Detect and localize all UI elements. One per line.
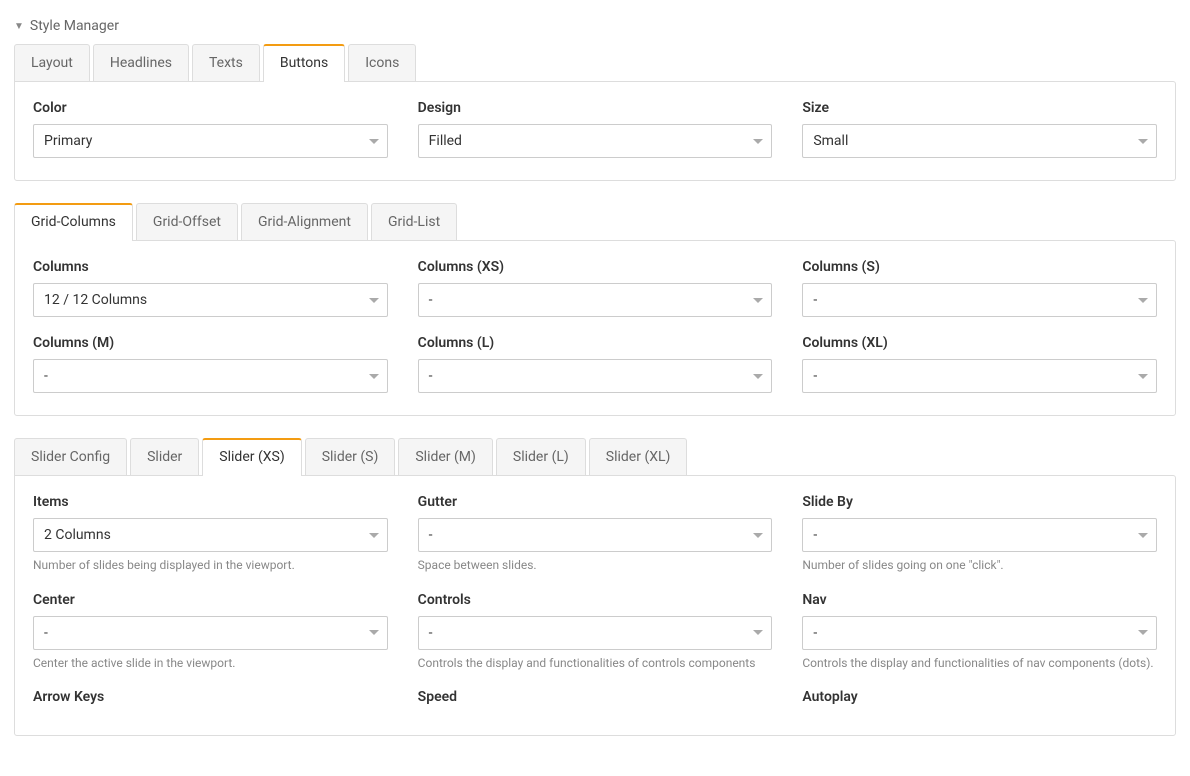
select-value: - bbox=[44, 368, 48, 384]
columns-xl-label: Columns (XL) bbox=[802, 335, 1157, 351]
slideby-label: Slide By bbox=[802, 494, 1157, 510]
tab-slider-xs[interactable]: Slider (XS) bbox=[202, 438, 301, 476]
select-value: 2 Columns bbox=[44, 527, 111, 543]
select-value: Primary bbox=[44, 133, 92, 149]
select-value: - bbox=[429, 527, 433, 543]
size-label: Size bbox=[802, 100, 1157, 116]
arrowkeys-label: Arrow Keys bbox=[33, 689, 388, 705]
controls-select[interactable]: - bbox=[418, 616, 773, 650]
columns-select[interactable]: 12 / 12 Columns bbox=[33, 283, 388, 317]
select-value: Filled bbox=[429, 133, 462, 149]
speed-label: Speed bbox=[418, 689, 773, 705]
style-tabs: Layout Headlines Texts Buttons Icons bbox=[14, 44, 1176, 81]
center-select[interactable]: - bbox=[33, 616, 388, 650]
items-help: Number of slides being displayed in the … bbox=[33, 558, 388, 574]
slider-panel: Items 2 Columns Number of slides being d… bbox=[14, 475, 1176, 736]
select-value: - bbox=[813, 625, 817, 641]
tab-buttons[interactable]: Buttons bbox=[263, 44, 345, 82]
slideby-select[interactable]: - bbox=[802, 518, 1157, 552]
select-value: - bbox=[813, 368, 817, 384]
items-select[interactable]: 2 Columns bbox=[33, 518, 388, 552]
tab-slider-m[interactable]: Slider (M) bbox=[398, 438, 493, 475]
tab-slider-xl[interactable]: Slider (XL) bbox=[589, 438, 688, 475]
design-label: Design bbox=[418, 100, 773, 116]
tab-grid-offset[interactable]: Grid-Offset bbox=[136, 203, 238, 240]
tab-grid-columns[interactable]: Grid-Columns bbox=[14, 203, 133, 241]
grid-panel: Columns 12 / 12 Columns Columns (XS) - C… bbox=[14, 240, 1176, 416]
style-panel: Color Primary Design Filled Size Small bbox=[14, 81, 1176, 181]
design-select[interactable]: Filled bbox=[418, 124, 773, 158]
tab-slider[interactable]: Slider bbox=[130, 438, 199, 475]
select-value: - bbox=[44, 625, 48, 641]
gutter-select[interactable]: - bbox=[418, 518, 773, 552]
select-value: - bbox=[429, 368, 433, 384]
columns-l-select[interactable]: - bbox=[418, 359, 773, 393]
gutter-label: Gutter bbox=[418, 494, 773, 510]
columns-xs-select[interactable]: - bbox=[418, 283, 773, 317]
collapse-caret-icon: ▼ bbox=[14, 21, 24, 32]
select-value: Small bbox=[813, 133, 848, 149]
size-select[interactable]: Small bbox=[802, 124, 1157, 158]
color-select[interactable]: Primary bbox=[33, 124, 388, 158]
columns-m-label: Columns (M) bbox=[33, 335, 388, 351]
section-title: Style Manager bbox=[30, 18, 119, 34]
columns-l-label: Columns (L) bbox=[418, 335, 773, 351]
section-header[interactable]: ▼ Style Manager bbox=[14, 18, 1176, 34]
columns-s-select[interactable]: - bbox=[802, 283, 1157, 317]
select-value: - bbox=[813, 527, 817, 543]
grid-tabs: Grid-Columns Grid-Offset Grid-Alignment … bbox=[14, 203, 1176, 240]
tab-slider-config[interactable]: Slider Config bbox=[14, 438, 127, 475]
tab-slider-l[interactable]: Slider (L) bbox=[496, 438, 586, 475]
nav-label: Nav bbox=[802, 592, 1157, 608]
color-label: Color bbox=[33, 100, 388, 116]
tab-grid-alignment[interactable]: Grid-Alignment bbox=[241, 203, 368, 240]
tab-headlines[interactable]: Headlines bbox=[93, 44, 189, 81]
nav-select[interactable]: - bbox=[802, 616, 1157, 650]
autoplay-label: Autoplay bbox=[802, 689, 1157, 705]
columns-xl-select[interactable]: - bbox=[802, 359, 1157, 393]
tab-grid-list[interactable]: Grid-List bbox=[371, 203, 457, 240]
tab-slider-s[interactable]: Slider (S) bbox=[305, 438, 396, 475]
tab-layout[interactable]: Layout bbox=[14, 44, 90, 81]
tab-icons[interactable]: Icons bbox=[348, 44, 416, 81]
select-value: - bbox=[429, 625, 433, 641]
slideby-help: Number of slides going on one "click". bbox=[802, 558, 1157, 574]
controls-help: Controls the display and functionalities… bbox=[418, 656, 773, 672]
select-value: 12 / 12 Columns bbox=[44, 292, 147, 308]
gutter-help: Space between slides. bbox=[418, 558, 773, 574]
tab-texts[interactable]: Texts bbox=[192, 44, 260, 81]
columns-s-label: Columns (S) bbox=[802, 259, 1157, 275]
nav-help: Controls the display and functionalities… bbox=[802, 656, 1157, 672]
columns-xs-label: Columns (XS) bbox=[418, 259, 773, 275]
center-help: Center the active slide in the viewport. bbox=[33, 656, 388, 672]
select-value: - bbox=[813, 292, 817, 308]
controls-label: Controls bbox=[418, 592, 773, 608]
slider-tabs: Slider Config Slider Slider (XS) Slider … bbox=[14, 438, 1176, 475]
select-value: - bbox=[429, 292, 433, 308]
columns-m-select[interactable]: - bbox=[33, 359, 388, 393]
columns-label: Columns bbox=[33, 259, 388, 275]
center-label: Center bbox=[33, 592, 388, 608]
items-label: Items bbox=[33, 494, 388, 510]
